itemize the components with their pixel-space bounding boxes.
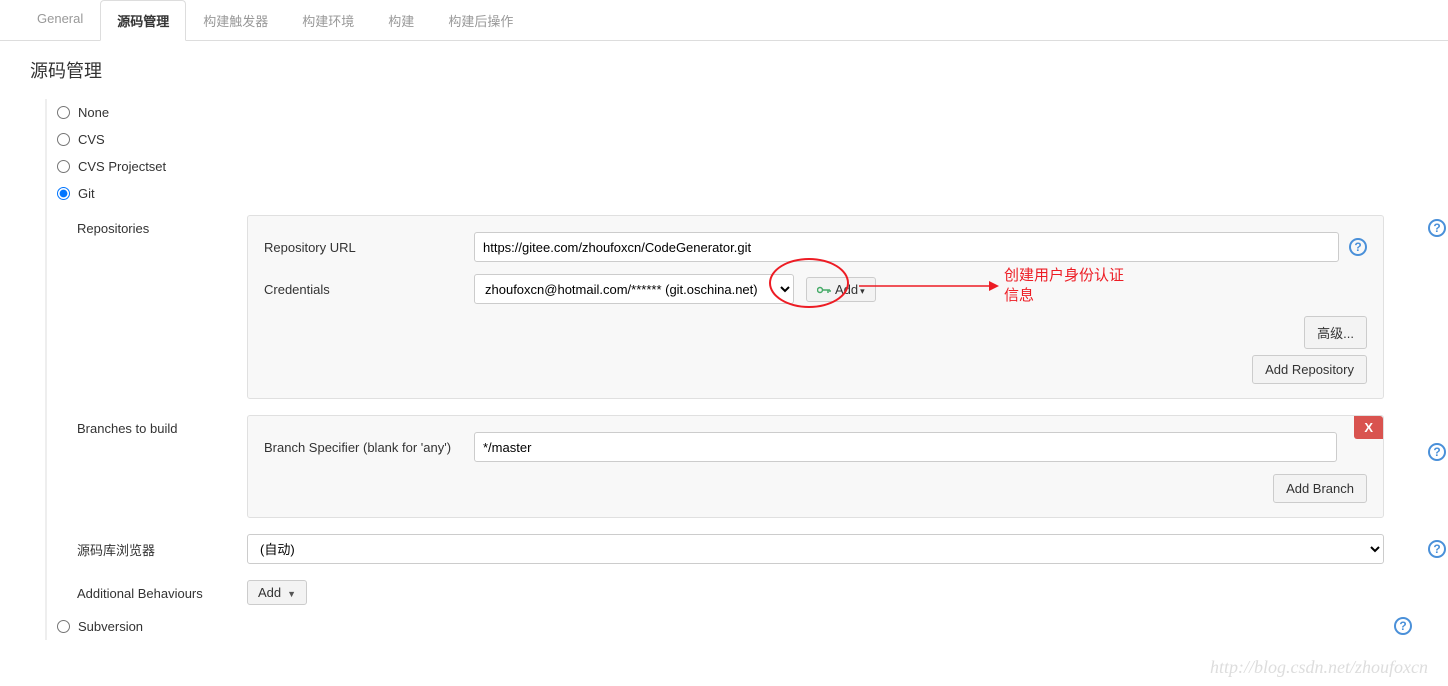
- help-icon[interactable]: ?: [1349, 238, 1367, 256]
- label-git: Git: [78, 186, 95, 201]
- tab-post[interactable]: 构建后操作: [431, 0, 530, 40]
- scm-option-none[interactable]: None: [57, 99, 1418, 126]
- radio-cvs[interactable]: [57, 133, 70, 146]
- label-cvs-projectset: CVS Projectset: [78, 159, 166, 174]
- add-branch-button[interactable]: Add Branch: [1273, 474, 1367, 503]
- radio-subversion[interactable]: [57, 620, 70, 633]
- radio-git[interactable]: [57, 187, 70, 200]
- label-credentials: Credentials: [264, 282, 474, 297]
- repositories-panel: Repository URL ? Credentials zhoufoxcn@h…: [247, 215, 1384, 399]
- annotation-text: 创建用户身份认证 信息: [1004, 266, 1124, 305]
- label-branch-spec: Branch Specifier (blank for 'any'): [264, 440, 474, 455]
- tab-build[interactable]: 构建: [371, 0, 431, 40]
- label-none: None: [78, 105, 109, 120]
- add-cred-label: Add: [835, 282, 858, 297]
- delete-branch-button[interactable]: X: [1354, 416, 1383, 439]
- help-icon[interactable]: ?: [1428, 219, 1446, 237]
- tab-scm[interactable]: 源码管理: [100, 0, 186, 41]
- section-title-scm: 源码管理: [0, 41, 1448, 99]
- label-subversion: Subversion: [78, 619, 143, 634]
- tab-general[interactable]: General: [20, 0, 100, 40]
- scm-option-cvs-projectset[interactable]: CVS Projectset: [57, 153, 1418, 180]
- credentials-select[interactable]: zhoufoxcn@hotmail.com/****** (git.oschin…: [474, 274, 794, 304]
- tab-triggers[interactable]: 构建触发器: [186, 0, 285, 40]
- help-icon[interactable]: ?: [1394, 617, 1412, 635]
- label-repositories: Repositories: [77, 215, 247, 236]
- radio-none[interactable]: [57, 106, 70, 119]
- additional-behaviours-add-button[interactable]: Add: [247, 580, 307, 605]
- help-icon[interactable]: ?: [1428, 540, 1446, 558]
- annotation-arrow: [859, 280, 999, 292]
- config-tabs: General 源码管理 构建触发器 构建环境 构建 构建后操作: [0, 0, 1448, 41]
- label-repo-url: Repository URL: [264, 240, 474, 255]
- label-branches: Branches to build: [77, 415, 247, 436]
- label-cvs: CVS: [78, 132, 105, 147]
- advanced-button[interactable]: 高级...: [1304, 316, 1367, 349]
- add-repository-button[interactable]: Add Repository: [1252, 355, 1367, 384]
- radio-cvs-projectset[interactable]: [57, 160, 70, 173]
- scm-option-git[interactable]: Git: [57, 180, 1418, 207]
- branch-spec-input[interactable]: [474, 432, 1337, 462]
- scm-option-cvs[interactable]: CVS: [57, 126, 1418, 153]
- repo-url-input[interactable]: [474, 232, 1339, 262]
- scm-option-subversion[interactable]: Subversion ?: [57, 613, 1418, 640]
- branches-panel: X Branch Specifier (blank for 'any') Add…: [247, 415, 1384, 518]
- add-credentials-button[interactable]: Add▾: [806, 277, 876, 302]
- help-icon[interactable]: ?: [1428, 443, 1446, 461]
- label-additional-behaviours: Additional Behaviours: [77, 580, 247, 601]
- key-icon: [817, 282, 831, 290]
- repo-browser-select[interactable]: (自动): [247, 534, 1384, 564]
- tab-env[interactable]: 构建环境: [285, 0, 371, 40]
- label-repo-browser: 源码库浏览器: [77, 534, 247, 559]
